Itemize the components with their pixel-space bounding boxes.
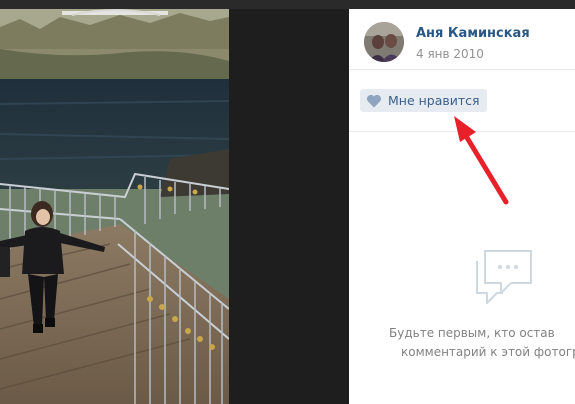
empty-comments-line-2: комментарий к этой фотогра [401,345,575,359]
divider [349,69,575,70]
heart-icon [366,94,382,107]
photo-image[interactable] [0,9,229,404]
annotation-arrow-icon [454,116,509,205]
author-name-link[interactable]: Аня Каминская [416,26,530,41]
like-button[interactable]: Мне нравится [360,89,487,112]
avatar[interactable] [364,22,404,62]
viewer-backdrop [229,9,349,404]
empty-comments-line-1: Будьте первым, кто остав [389,326,555,340]
comment-bubble-icon [476,250,532,304]
post-date[interactable]: 4 янв 2010 [416,47,484,61]
like-button-label: Мне нравится [388,93,480,108]
